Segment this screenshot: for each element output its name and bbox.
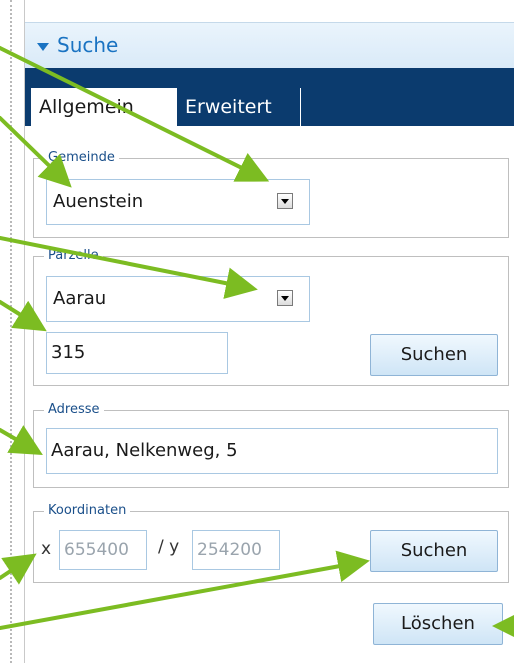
x-label: x — [41, 539, 52, 559]
search-panel-header[interactable]: Suche — [25, 22, 514, 69]
y-separator-label: / y — [158, 537, 180, 557]
dropdown-arrow-icon[interactable] — [277, 193, 293, 209]
adresse-group: Adresse Aarau, Nelkenweg, 5 — [33, 401, 509, 488]
adresse-legend: Adresse — [44, 401, 104, 419]
search-panel: Suche Allgemein Erweitert Gemeinde Auens… — [24, 0, 514, 663]
gemeinde-selected-value: Auenstein — [53, 191, 144, 212]
gemeinde-group: Gemeinde Auenstein — [33, 149, 509, 238]
y-coordinate-input[interactable]: 254200 — [192, 530, 280, 570]
adresse-input[interactable]: Aarau, Nelkenweg, 5 — [46, 428, 498, 474]
dropdown-arrow-icon[interactable] — [277, 290, 293, 306]
panel-title: Suche — [57, 33, 119, 57]
koordinaten-search-button[interactable]: Suchen — [370, 530, 498, 572]
clear-button[interactable]: Löschen — [373, 603, 503, 645]
collapse-triangle-icon[interactable] — [37, 43, 49, 51]
parzelle-legend: Parzelle — [44, 247, 103, 265]
gemeinde-select[interactable]: Auenstein — [46, 179, 310, 225]
koordinaten-legend: Koordinaten — [44, 502, 131, 520]
parzelle-number-input[interactable]: 315 — [46, 332, 228, 374]
parzelle-search-button[interactable]: Suchen — [370, 334, 498, 376]
gemeinde-legend: Gemeinde — [44, 149, 119, 167]
tab-allgemein[interactable]: Allgemein — [31, 88, 177, 126]
splitter-dotted-line — [10, 0, 12, 663]
tab-bar: Allgemein Erweitert — [25, 68, 514, 126]
parzelle-selected-value: Aarau — [53, 288, 107, 309]
parzelle-select[interactable]: Aarau — [46, 276, 310, 322]
x-coordinate-input[interactable]: 655400 — [59, 530, 147, 570]
parzelle-group: Parzelle Aarau 315 Suchen — [33, 247, 509, 386]
koordinaten-group: Koordinaten x 655400 / y 254200 Suchen — [33, 502, 509, 583]
tab-erweitert[interactable]: Erweitert — [177, 88, 301, 126]
left-panel-splitter[interactable] — [0, 0, 24, 663]
